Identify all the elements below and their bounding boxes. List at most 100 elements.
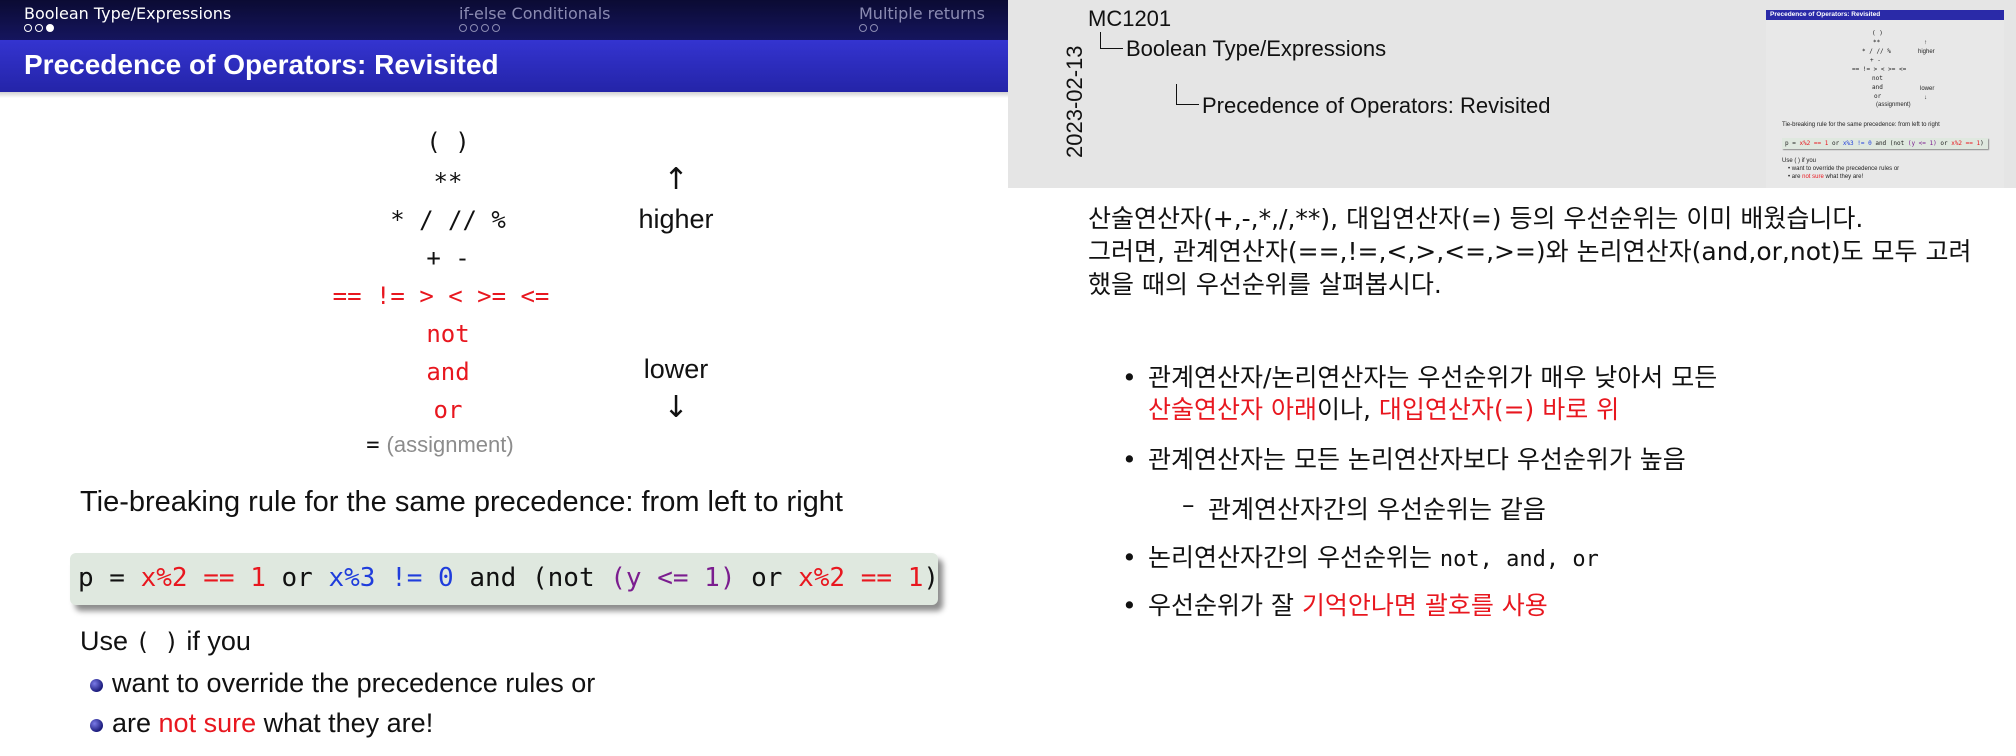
op-additive: + - [426,244,470,272]
course-code: MC1201 [1088,6,1172,31]
bullet-text: 관계연산자는 모든 논리연산자보다 우선순위가 높음 [1148,445,1686,474]
notes-paragraph: 산술연산자(+,-,*,/,**), 대입연산자(=) 등의 우선순위는 이미 … [1088,204,1864,233]
thumbnail-text: not sure [1802,174,1824,180]
nav-progress-dots [459,24,500,32]
list-item: • 우선순위가 잘 기억안나면 괄호를 사용 [1122,590,1548,622]
bullet-code: not, and, or [1439,547,1599,572]
bullet-text: are [112,708,159,738]
code-token: x%2 == 1 [798,563,924,593]
code-token: ) [923,563,940,593]
assignment-label: (assignment) [386,432,514,457]
bullet-text: want to override the precedence rules or [112,668,596,698]
thumbnail-text: + - [1870,57,1881,64]
code-token: p = [1785,140,1800,147]
code-token: p = [78,563,141,593]
list-item: want to override the precedence rules or [90,668,596,699]
list-item: • 관계연산자/논리연산자는 우선순위가 매우 낮아서 모든 산술연산자 아래이… [1122,362,1718,426]
bullet-icon: • [1122,591,1137,620]
label-lower: lower [643,354,709,384]
bullet-text-line2: 산술연산자 아래이나, 대입연산자(=) 바로 위 [1148,394,1717,426]
slide-title-bar: Precedence of Operators: Revisited [0,40,1008,92]
bullet-icon: • [1122,363,1137,392]
op-power: ** [433,168,463,196]
bullet-icon [90,719,103,732]
code-token: x%2 == 1 [1799,140,1829,147]
notes-date: 2023-02-13 [1062,45,1087,158]
use-text: if you [178,626,251,656]
nav-dot[interactable] [470,24,478,32]
slide-title: Precedence of Operators: Revisited [24,49,499,80]
thumbnail-text: or [1874,93,1882,100]
thumbnail-text: if you [1800,158,1817,164]
thumbnail-text: • are not sure what they are! [1788,174,1864,180]
slide-panel: Boolean Type/Expressions if-else Conditi… [0,0,1008,756]
code-token: or [735,563,799,593]
nav-section-boolean[interactable]: Boolean Type/Expressions [24,4,231,23]
thumbnail-text: Use ( ) if you [1782,158,1816,164]
list-item: • 논리연산자간의 우선순위는 not, and, or [1122,542,1599,576]
tree-connector [1176,84,1199,105]
down-arrow-icon: ↓ [663,390,689,425]
nav-section-if-else[interactable]: if-else Conditionals [459,4,610,23]
thumbnail-text: lower [1920,86,1935,92]
nav-section-label: if-else Conditionals [459,4,611,23]
thumbnail-text: Use [1782,158,1795,164]
thumbnail-text: what they are! [1823,174,1864,180]
label-higher: higher [638,204,714,234]
nav-section-label: Multiple returns [859,4,985,23]
nav-dot[interactable] [481,24,489,32]
op-not: not [426,320,470,348]
bullet-text-highlight: 대입연산자(=) 바로 위 [1378,395,1620,424]
code-token: x%2 == 1 [1951,140,1981,147]
tree-connector [1100,32,1123,49]
code-token: or [265,563,329,593]
bullet-text-highlight: 기억안나면 괄호를 사용 [1301,591,1548,620]
list-item: are not sure what they are! [90,708,434,739]
op-and: and [426,358,470,386]
thumbnail-text: ↑ [1924,40,1927,46]
thumbnail-text: ** [1873,39,1881,46]
op-comparison: == != > < >= <= [332,282,550,310]
nav-progress-dots [859,24,878,32]
code-example: p = x%2 == 1 or x%3 != 0 and (not (y <= … [78,563,939,593]
code-token: or [1936,140,1952,147]
op-multiplicative: * / // % [390,206,506,234]
op-or: or [433,396,463,424]
use-parentheses-line: Use ( ) if you [80,626,251,657]
bullet-text-highlight: 산술연산자 아래 [1148,395,1317,424]
code-token: and (not [1871,140,1908,147]
section-nav-bar: Boolean Type/Expressions if-else Conditi… [0,0,1008,40]
bullet-text: 이나, [1316,395,1379,424]
breadcrumb-section: Boolean Type/Expressions [1126,36,1387,61]
code-token: ) [1980,140,1984,147]
notes-paragraph: 그러면, 관계연산자(==,!=,<,>,<=,>=)와 논리연산자(and,o… [1088,237,1972,299]
bullet-text: what they are! [256,708,434,738]
breadcrumb-slide: Precedence of Operators: Revisited [1202,93,1551,118]
nav-dot[interactable] [870,24,878,32]
bullet-text-highlight: not sure [158,708,257,738]
use-text: Use [80,626,136,656]
nav-dot[interactable] [459,24,467,32]
up-arrow-icon: ↑ [663,162,689,197]
tie-breaking-rule: Tie-breaking rule for the same precedenc… [80,486,843,518]
nav-dot-current[interactable] [46,24,54,32]
code-token: or [1828,140,1843,147]
thumbnail-text: Tie-breaking rule for the same precedenc… [1782,122,1940,128]
thumbnail-text: ( ) [1872,30,1883,37]
nav-dot[interactable] [35,24,43,32]
nav-dot[interactable] [24,24,32,32]
nav-dot[interactable] [492,24,500,32]
thumbnail-text: not [1872,75,1883,82]
thumbnail-text: higher [1918,49,1935,55]
op-parentheses: ( ) [426,128,470,156]
bullet-icon: • [1122,445,1137,474]
slide-thumbnail[interactable]: Precedence of Operators: Revisited ( ) *… [1766,10,2004,188]
assignment-operator: = [366,433,380,458]
code-token: and (not [453,563,611,593]
nav-dot[interactable] [859,24,867,32]
bullet-text: 관계연산자/논리연산자는 우선순위가 매우 낮아서 모든 [1148,363,1718,392]
list-subitem: – 관계연산자간의 우선순위는 같음 [1182,490,1546,526]
bullet-text: 논리연산자간의 우선순위는 [1148,543,1440,572]
nav-section-multiple-returns[interactable]: Multiple returns [859,4,985,23]
notes-panel: 2023-02-13 MC1201 Boolean Type/Expressio… [1008,0,2016,756]
